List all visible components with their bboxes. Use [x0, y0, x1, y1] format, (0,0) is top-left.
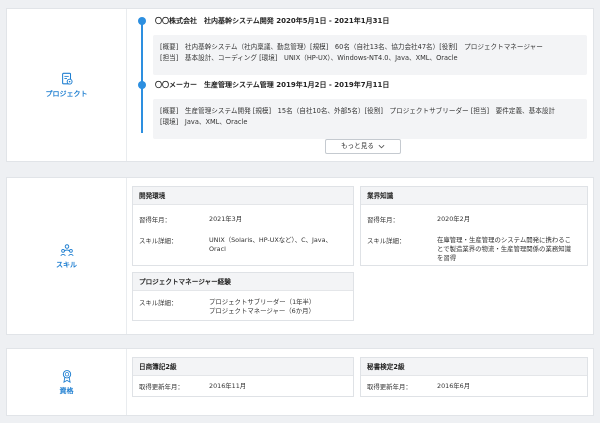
- card-header: 日商簿記2級: [133, 358, 353, 376]
- field-value-line: プロジェクトマネージャー（6か月）: [209, 307, 315, 315]
- cert-label: 資格: [59, 386, 74, 395]
- field-value-line: とで製造業界の物流・生産管理関係の業務知識: [437, 245, 572, 253]
- field-value-line: Oracl: [209, 245, 226, 253]
- skill-side-label: スキル: [7, 178, 127, 334]
- timeline-line: [141, 19, 143, 133]
- cert-row: 取得更新年月： 2016年11月: [139, 382, 246, 391]
- field-label: スキル詳細：: [139, 299, 178, 307]
- chevron-down-icon: [378, 144, 385, 148]
- cert-row: 取得更新年月： 2016年6月: [367, 382, 470, 391]
- skill-row: 習得年月： 2021年3月: [139, 215, 242, 224]
- project-detail-line: [概要] 生産管理システム開発 [規模] 15名（自社10名、外部5名）[役割]…: [160, 107, 556, 115]
- field-value: プロジェクトサブリーダー（1年半） プロジェクトマネージャー（6か月）: [209, 298, 315, 316]
- project-section: プロジェクト 〇〇株式会社 社内基幹システム開発 2020年5月1日 - 202…: [6, 8, 594, 162]
- project-detail-box: [概要] 社内基幹システム（社内稟議、勤怠管理）[規模] 60名（自社13名、協…: [153, 35, 587, 75]
- timeline-dot: [138, 17, 146, 25]
- field-label: スキル詳細：: [367, 237, 406, 245]
- skill-people-icon: [59, 243, 74, 256]
- skill-label: スキル: [56, 260, 77, 269]
- skill-row: スキル詳細： 在庫管理・生産管理のシステム開発に携わるこ とで製造業界の物流・生…: [367, 236, 571, 263]
- field-label: スキル詳細：: [139, 237, 178, 245]
- field-value: 2016年6月: [437, 382, 471, 390]
- show-more-button[interactable]: もっと見る: [325, 139, 401, 154]
- project-side-label: プロジェクト: [7, 9, 127, 161]
- cert-side-label: 資格: [7, 349, 127, 415]
- field-label: 取得更新年月：: [139, 383, 184, 391]
- project-detail-line: [環境] Java、XML、Oracle: [160, 117, 248, 126]
- field-label: 習得年月：: [367, 216, 399, 224]
- field-value-line: 在庫管理・生産管理のシステム開発に携わるこ: [437, 236, 572, 244]
- field-value: 在庫管理・生産管理のシステム開発に携わるこ とで製造業界の物流・生産管理関係の業…: [437, 236, 571, 263]
- skill-section: スキル 開発環境 習得年月： 2021年3月 スキル詳細： UNIX（Solar…: [6, 177, 594, 335]
- project-detail-line: [担当] 基本設計、コーディング [環境] UNIX（HP-UX）、Window…: [160, 53, 458, 62]
- certificate-badge-icon: [62, 369, 71, 383]
- field-value-line: プロジェクトサブリーダー（1年半）: [209, 298, 316, 306]
- dev-environment-card: 開発環境 習得年月： 2021年3月 スキル詳細： UNIX（Solaris、H…: [132, 186, 354, 266]
- card-header: 秘書検定2級: [361, 358, 587, 376]
- card-header: プロジェクトマネージャー経験: [133, 273, 353, 291]
- field-value: 2021年3月: [209, 215, 243, 223]
- project-label: プロジェクト: [45, 89, 88, 98]
- project-detail-line: [概要] 社内基幹システム（社内稟議、勤怠管理）[規模] 60名（自社13名、協…: [160, 43, 543, 51]
- cert-card: 日商簿記2級 取得更新年月： 2016年11月: [132, 357, 354, 397]
- field-value-line: を習得: [437, 254, 457, 262]
- field-value: 2020年2月: [437, 215, 471, 223]
- project-document-icon: [61, 72, 73, 85]
- field-value-line: UNIX（Solaris、HP-UXなど）、C、Java、: [209, 236, 332, 244]
- card-header: 開発環境: [133, 187, 353, 205]
- show-more-label: もっと見る: [340, 142, 374, 150]
- card-header: 業界知識: [361, 187, 587, 205]
- field-value: UNIX（Solaris、HP-UXなど）、C、Java、 Oracl: [209, 236, 332, 254]
- timeline-dot: [138, 81, 146, 89]
- project-title: 〇〇メーカー 生産管理システム管理 2019年1月2日 - 2019年7月11日: [155, 81, 390, 89]
- business-knowledge-card: 業界知識 習得年月： 2020年2月 スキル詳細： 在庫管理・生産管理のシステム…: [360, 186, 588, 266]
- skill-row: 習得年月： 2020年2月: [367, 215, 470, 224]
- pm-experience-card: プロジェクトマネージャー経験 スキル詳細： プロジェクトサブリーダー（1年半） …: [132, 272, 354, 321]
- skill-row: スキル詳細： プロジェクトサブリーダー（1年半） プロジェクトマネージャー（6か…: [139, 298, 315, 316]
- project-detail-box: [概要] 生産管理システム開発 [規模] 15名（自社10名、外部5名）[役割]…: [153, 99, 587, 139]
- field-label: 取得更新年月：: [367, 383, 412, 391]
- field-label: 習得年月：: [139, 216, 171, 224]
- certification-section: 資格 日商簿記2級 取得更新年月： 2016年11月 秘書検定2級 取得更新年月…: [6, 348, 594, 416]
- field-value: 2016年11月: [209, 382, 247, 390]
- cert-card: 秘書検定2級 取得更新年月： 2016年6月: [360, 357, 588, 397]
- project-title: 〇〇株式会社 社内基幹システム開発 2020年5月1日 - 2021年1月31日: [155, 17, 390, 25]
- skill-row: スキル詳細： UNIX（Solaris、HP-UXなど）、C、Java、 Ora…: [139, 236, 332, 254]
